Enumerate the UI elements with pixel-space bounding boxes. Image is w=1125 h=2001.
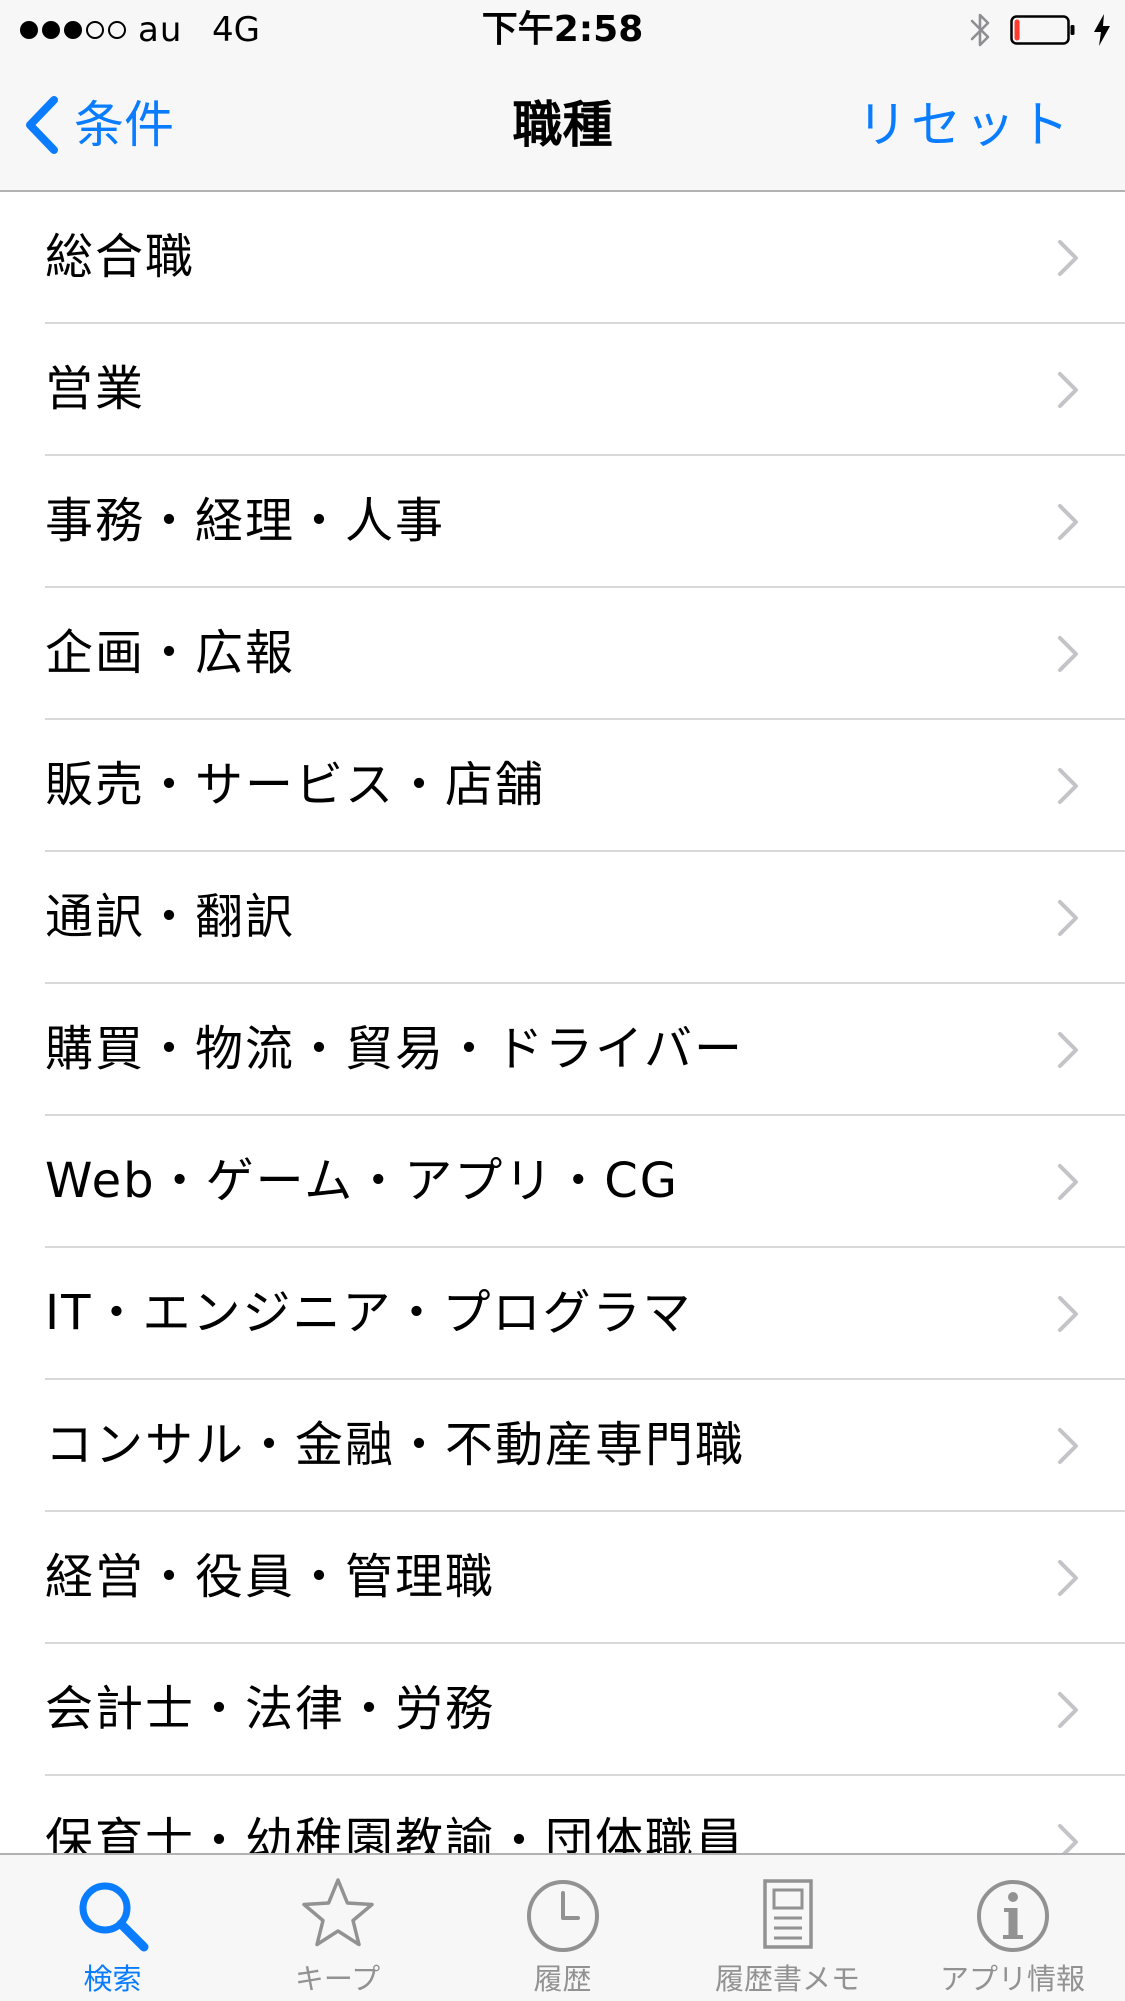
tab-label: 履歴書メモ bbox=[714, 1962, 860, 1996]
chevron-right-icon bbox=[1058, 768, 1078, 804]
battery-icon bbox=[1010, 15, 1075, 45]
search-icon bbox=[79, 1882, 148, 1952]
list-item-label: Web・ゲーム・アプリ・CG bbox=[45, 1153, 679, 1209]
tab-resume-memo[interactable]: 履歴書メモ bbox=[675, 1855, 900, 2001]
list-item[interactable]: 経営・役員・管理職 bbox=[0, 1512, 1125, 1644]
chevron-right-icon bbox=[1058, 504, 1078, 540]
list-item-label: 経営・役員・管理職 bbox=[45, 1549, 496, 1605]
list-item-label: 企画・広報 bbox=[45, 625, 296, 681]
memo-icon bbox=[762, 1879, 813, 1949]
charging-bolt-icon bbox=[1094, 14, 1110, 46]
list-item-label: コンサル・金融・不動産専門職 bbox=[45, 1417, 746, 1473]
status-time: 下午2:58 bbox=[481, 9, 644, 50]
list-item[interactable]: 購買・物流・貿易・ドライバー bbox=[0, 984, 1125, 1116]
list-item-label: 通訳・翻訳 bbox=[45, 889, 296, 945]
chevron-right-icon bbox=[1058, 636, 1078, 672]
clock-icon bbox=[526, 1880, 599, 1952]
chevron-right-icon bbox=[1058, 1824, 1078, 1853]
chevron-right-icon bbox=[1058, 1560, 1078, 1596]
chevron-right-icon bbox=[1058, 1296, 1078, 1332]
list-item-label: 購買・物流・貿易・ドライバー bbox=[45, 1021, 745, 1077]
chevron-right-icon bbox=[1058, 1164, 1078, 1200]
list-item-label: IT・エンジニア・プログラマ bbox=[45, 1285, 693, 1341]
tab-label: 検索 bbox=[83, 1962, 142, 1996]
info-icon bbox=[976, 1880, 1049, 1952]
list-item-label: 会計士・法律・労務 bbox=[45, 1681, 496, 1737]
list-item[interactable]: 販売・サービス・店舗 bbox=[0, 720, 1125, 852]
chevron-right-icon bbox=[1058, 1692, 1078, 1728]
reset-button[interactable]: リセット bbox=[857, 90, 1073, 160]
chevron-right-icon bbox=[1058, 240, 1078, 276]
tab-search[interactable]: 検索 bbox=[0, 1855, 225, 2001]
list-item[interactable]: IT・エンジニア・プログラマ bbox=[0, 1248, 1125, 1380]
chevron-left-icon bbox=[26, 96, 58, 154]
tab-keep[interactable]: キープ bbox=[225, 1855, 450, 2001]
tab-bar: 検索 キープ 履歴 履歴書メモ アプリ情報 bbox=[0, 1853, 1125, 2001]
bluetooth-icon bbox=[970, 13, 990, 47]
tab-label: アプリ情報 bbox=[939, 1962, 1085, 1996]
back-button-label: 条件 bbox=[74, 96, 174, 154]
tab-app-info[interactable]: アプリ情報 bbox=[900, 1855, 1125, 2001]
list-item-label: 総合職 bbox=[45, 229, 196, 285]
chevron-right-icon bbox=[1058, 372, 1078, 408]
tab-history[interactable]: 履歴 bbox=[450, 1855, 675, 2001]
list-item-label: 販売・サービス・店舗 bbox=[45, 757, 546, 813]
status-bar: au 4G 下午2:58 bbox=[0, 0, 1125, 60]
list-item[interactable]: Web・ゲーム・アプリ・CG bbox=[0, 1116, 1125, 1248]
back-button[interactable]: 条件 bbox=[22, 90, 174, 160]
chevron-right-icon bbox=[1058, 1032, 1078, 1068]
tab-label: 履歴 bbox=[533, 1962, 592, 1996]
list-item[interactable]: 事務・経理・人事 bbox=[0, 456, 1125, 588]
list-item[interactable]: 会計士・法律・労務 bbox=[0, 1644, 1125, 1776]
chevron-right-icon bbox=[1058, 900, 1078, 936]
screen: au 4G 下午2:58 条件 職種 リセット 総合職 営業 事務・経理・人事 … bbox=[0, 0, 1125, 2001]
star-icon bbox=[301, 1878, 374, 1947]
list-item[interactable]: 保育士・幼稚園教諭・団体職員 bbox=[0, 1776, 1125, 1853]
list-item[interactable]: 企画・広報 bbox=[0, 588, 1125, 720]
list-item[interactable]: コンサル・金融・不動産専門職 bbox=[0, 1380, 1125, 1512]
chevron-right-icon bbox=[1058, 1428, 1078, 1464]
list-item-label: 営業 bbox=[45, 361, 146, 417]
list-item-label: 事務・経理・人事 bbox=[45, 493, 446, 549]
tab-label: キープ bbox=[294, 1962, 381, 1996]
navigation-bar: 条件 職種 リセット bbox=[0, 60, 1125, 192]
list-item[interactable]: 総合職 bbox=[0, 192, 1125, 324]
list-item[interactable]: 通訳・翻訳 bbox=[0, 852, 1125, 984]
list-item-label: 保育士・幼稚園教諭・団体職員 bbox=[45, 1813, 746, 1853]
battery-level-fill bbox=[1014, 19, 1020, 41]
job-category-list: 総合職 営業 事務・経理・人事 企画・広報 販売・サービス・店舗 通訳・翻訳 購… bbox=[0, 192, 1125, 1853]
list-item[interactable]: 営業 bbox=[0, 324, 1125, 456]
